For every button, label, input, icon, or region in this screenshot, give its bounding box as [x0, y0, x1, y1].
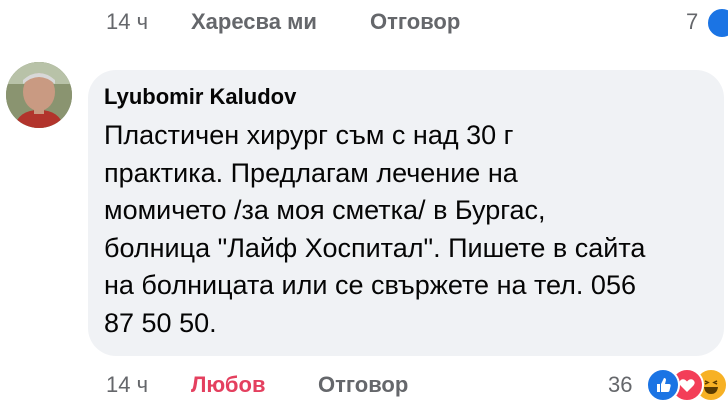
- like-icon: [646, 368, 680, 402]
- comment-text-line: практика. Предлагам лечение на: [104, 157, 518, 188]
- reaction-count[interactable]: 36: [608, 372, 632, 398]
- comment-text-line: на болницата или се свържете на тел. 056: [104, 270, 636, 300]
- previous-comment-timestamp[interactable]: 14 ч: [106, 9, 148, 35]
- comment-text: Пластичен хирург съм с над 30 г практика…: [104, 117, 716, 342]
- comment-text-line: Пластичен хирург съм с над 30 г: [104, 120, 514, 150]
- reply-button[interactable]: Отговор: [318, 372, 408, 398]
- previous-comment-actions: 14 ч Харесва ми Отговор 7: [0, 0, 728, 48]
- comment-actions: 14 ч Любов Отговор 36: [0, 360, 728, 409]
- comment-text-line: момичето /за моя сметка/ в Бургас,: [104, 195, 546, 225]
- previous-reaction-count[interactable]: 7: [686, 9, 698, 35]
- comment-timestamp[interactable]: 14 ч: [106, 372, 148, 398]
- like-icon: [706, 7, 728, 39]
- reaction-icons[interactable]: [646, 364, 728, 404]
- like-button[interactable]: Харесва ми: [191, 9, 317, 35]
- comment-text-line: 87 50 50.: [104, 307, 217, 338]
- avatar-image: [6, 62, 72, 128]
- comment-author[interactable]: Lyubomir Kaludov: [104, 84, 296, 110]
- reply-button[interactable]: Отговор: [370, 9, 460, 35]
- comment-text-line: болница "Лайф Хоспитал". Пишете в сайта: [104, 232, 646, 263]
- love-reaction-button[interactable]: Любов: [191, 372, 266, 398]
- avatar[interactable]: [6, 62, 72, 128]
